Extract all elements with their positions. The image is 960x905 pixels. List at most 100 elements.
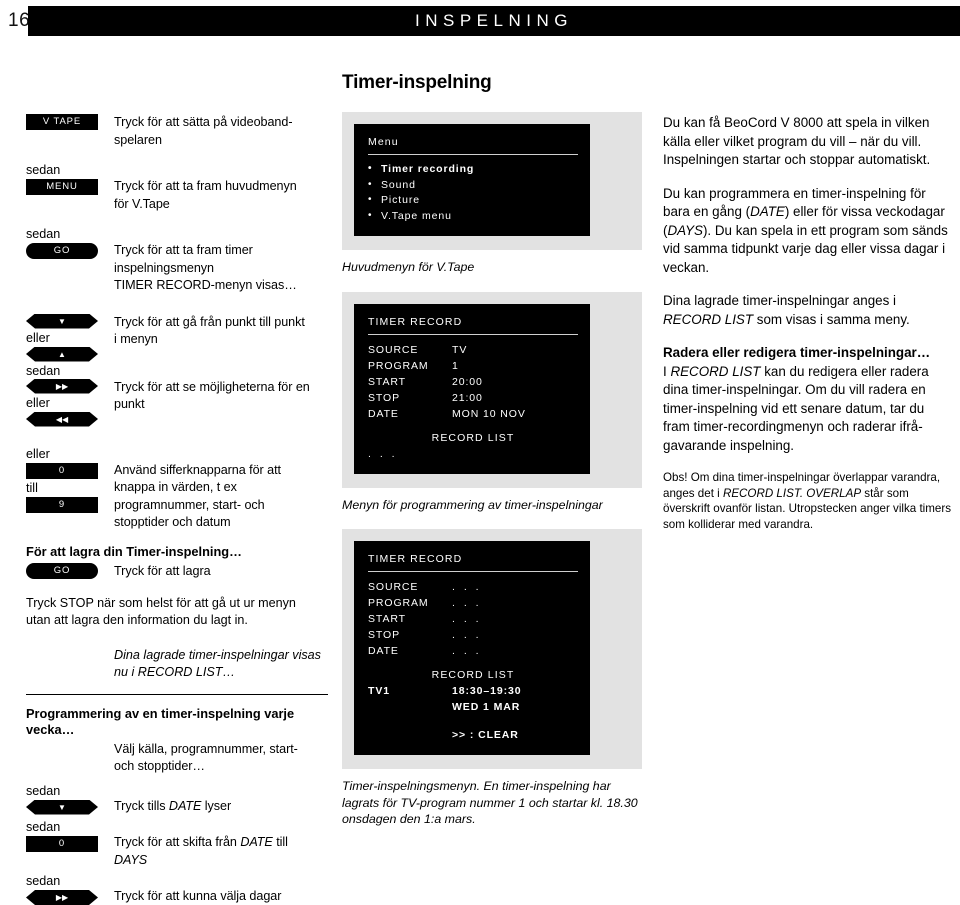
field-start[interactable]: START . . . — [368, 611, 578, 627]
connector-label: sedan — [26, 227, 61, 241]
digit-key-stack: eller 0 till 9 — [26, 445, 110, 513]
button-arrow-down-weekly[interactable]: ▼ — [26, 800, 98, 815]
step-key: sedan MENU — [26, 161, 110, 195]
step-key: sedan GO — [26, 225, 110, 259]
button-arrow-down[interactable]: ▼ — [26, 314, 98, 329]
field-date[interactable]: DATE MON 10 NOV — [368, 406, 578, 422]
nav-key-stack: ▶▶ eller ◀◀ — [26, 379, 110, 427]
fast-forward-icon: ▶▶ — [55, 381, 69, 391]
menu-item-vtape-menu[interactable]: V.Tape menu — [368, 208, 578, 225]
field-label: PROGRAM — [368, 359, 429, 372]
tv-screen: TIMER RECORD SOURCE . . . PROGRAM . . . ST… — [354, 541, 590, 755]
step-row: sedan MENU Tryck för att ta fram huvudme… — [26, 161, 334, 213]
connector-label: eller — [26, 446, 50, 461]
button-go[interactable]: GO — [26, 243, 98, 259]
weekly-desc-italic: DATE — [240, 835, 273, 849]
weekly-step-row: sedan ▼ Tryck tills DATE lyser — [26, 782, 334, 816]
menu-item-sound[interactable]: Sound — [368, 177, 578, 194]
field-source[interactable]: SOURCE . . . — [368, 579, 578, 595]
field-label: START — [368, 613, 406, 625]
field-value: MON 10 NOV — [452, 407, 526, 420]
right-column: Du kan få BeoCord V 8000 att spela in vi… — [663, 114, 953, 547]
screen-timer-record-filled: TIMER RECORD SOURCE TV PROGRAM 1 START 20:0… — [342, 291, 642, 514]
field-date[interactable]: DATE . . . — [368, 643, 578, 659]
field-stop[interactable]: STOP 21:00 — [368, 390, 578, 406]
menu-item-picture[interactable]: Picture — [368, 192, 578, 209]
record-list-label[interactable]: RECORD LIST — [368, 659, 578, 683]
button-rewind[interactable]: ◀◀ — [26, 412, 98, 427]
store-row: GO Tryck för att lagra — [26, 563, 334, 581]
menu-item-timer-recording[interactable]: Timer recording — [368, 161, 578, 178]
tv-screen: TIMER RECORD SOURCE TV PROGRAM 1 START 20:0… — [354, 303, 590, 474]
connector-label: eller — [26, 395, 50, 410]
button-go-store[interactable]: GO — [26, 563, 98, 579]
weekly-desc-pre: Tryck tills — [114, 798, 169, 813]
field-program[interactable]: PROGRAM . . . — [368, 595, 578, 611]
weekly-intro: Välj källa, programnummer, start-och sto… — [114, 741, 298, 774]
record-list-label[interactable]: RECORD LIST — [368, 422, 578, 446]
store-key: GO — [26, 563, 110, 579]
screen-divider — [368, 333, 578, 335]
screen-frame: TIMER RECORD SOURCE . . . PROGRAM . . . ST… — [342, 529, 642, 769]
button-fast-forward-weekly[interactable]: ▶▶ — [26, 890, 98, 905]
connector-label: sedan — [26, 820, 61, 834]
screen-main-menu: Menu Timer recording Sound Picture V.Tap… — [342, 112, 642, 276]
step-description: Tryck för att ta fram timer inspelningsme… — [114, 243, 297, 292]
weekly-step-description: Tryck för att skifta från DATE till DAYS — [110, 818, 334, 869]
middle-column: Menu Timer recording Sound Picture V.Tap… — [342, 112, 642, 828]
p2-italic-days: DAYS — [667, 222, 703, 238]
p3-part-a: Dina lagrade timer-inspelningar anges i — [663, 293, 896, 308]
p2-italic-date: DATE — [750, 204, 785, 219]
nav-group-row: ▼ eller ▲ sedan Tryck för att gå från pu… — [26, 314, 334, 380]
button-fast-forward[interactable]: ▶▶ — [26, 379, 98, 394]
nav-group-description: Tryck för att gå från punkt till punkt i … — [114, 314, 305, 347]
record-list-placeholder: . . . — [368, 447, 398, 460]
field-label: DATE — [368, 645, 399, 657]
screen-title: TIMER RECORD — [368, 315, 463, 328]
entry-channel: TV1 — [368, 685, 390, 697]
field-value: 1 — [452, 359, 459, 372]
button-v-tape[interactable]: V TAPE — [26, 114, 98, 130]
clear-hint: >> : CLEAR — [452, 729, 519, 741]
field-value: 21:00 — [452, 391, 483, 404]
screen-title: TIMER RECORD — [368, 553, 463, 565]
store-heading: För att lagra din Timer-inspelning… — [26, 543, 242, 559]
store-description: Tryck för att lagra — [114, 564, 211, 578]
entry-spacer — [368, 699, 452, 715]
button-arrow-up[interactable]: ▲ — [26, 347, 98, 362]
button-menu[interactable]: MENU — [26, 179, 98, 195]
nav-key-stack: ▼ eller ▲ sedan — [26, 314, 110, 380]
weekly-desc-post: till — [272, 835, 288, 849]
record-list-entry[interactable]: TV1 18:30–19:30 — [368, 683, 578, 699]
stored-note: Dina lagrade timer-inspelningar visas nu … — [114, 647, 321, 680]
step-row: V TAPE Tryck för att sätta på videoband-… — [26, 114, 334, 149]
intro-paragraph: Du kan få BeoCord V 8000 att spela in vi… — [663, 115, 931, 167]
rewind-icon: ◀◀ — [55, 414, 69, 424]
manual-page: 16 INSPELNING Timer-inspelning V TAPE Tr… — [0, 0, 960, 905]
overlap-note: Obs! Om dina timer-inspelningar överlapp… — [663, 470, 953, 532]
p5-italic-overlap: RECORD LIST. OVERLAP — [722, 486, 862, 500]
screen-caption: Menyn för programmering av timer-inspeln… — [342, 497, 603, 512]
screen-title: Menu — [368, 136, 399, 148]
button-digit-0-weekly[interactable]: 0 — [26, 836, 98, 852]
step-key: V TAPE — [26, 114, 110, 130]
button-digit-0[interactable]: 0 — [26, 462, 98, 479]
field-label: STOP — [368, 629, 400, 641]
p3-italic-record-list: RECORD LIST — [663, 311, 754, 327]
connector-label: sedan — [26, 163, 61, 177]
field-source[interactable]: SOURCE TV — [368, 342, 578, 358]
program-paragraph: Du kan programmera en timer-inspelning f… — [663, 185, 953, 278]
field-value: . . . — [452, 581, 482, 593]
screen-divider — [368, 154, 578, 155]
connector-label: sedan — [26, 363, 61, 378]
chevron-up-icon: ▲ — [58, 349, 66, 359]
weekly-key: sedan 0 — [26, 818, 110, 852]
field-stop[interactable]: STOP . . . — [368, 627, 578, 643]
screen-caption: Timer-inspelningsmenyn. En timer-inspeln… — [342, 779, 638, 826]
field-start[interactable]: START 20:00 — [368, 374, 578, 390]
connector-label: eller — [26, 330, 50, 345]
weekly-desc-italic: DATE — [168, 798, 202, 813]
button-digit-9[interactable]: 9 — [26, 496, 98, 513]
field-program[interactable]: PROGRAM 1 — [368, 358, 578, 374]
page-header: 16 INSPELNING — [0, 6, 960, 38]
